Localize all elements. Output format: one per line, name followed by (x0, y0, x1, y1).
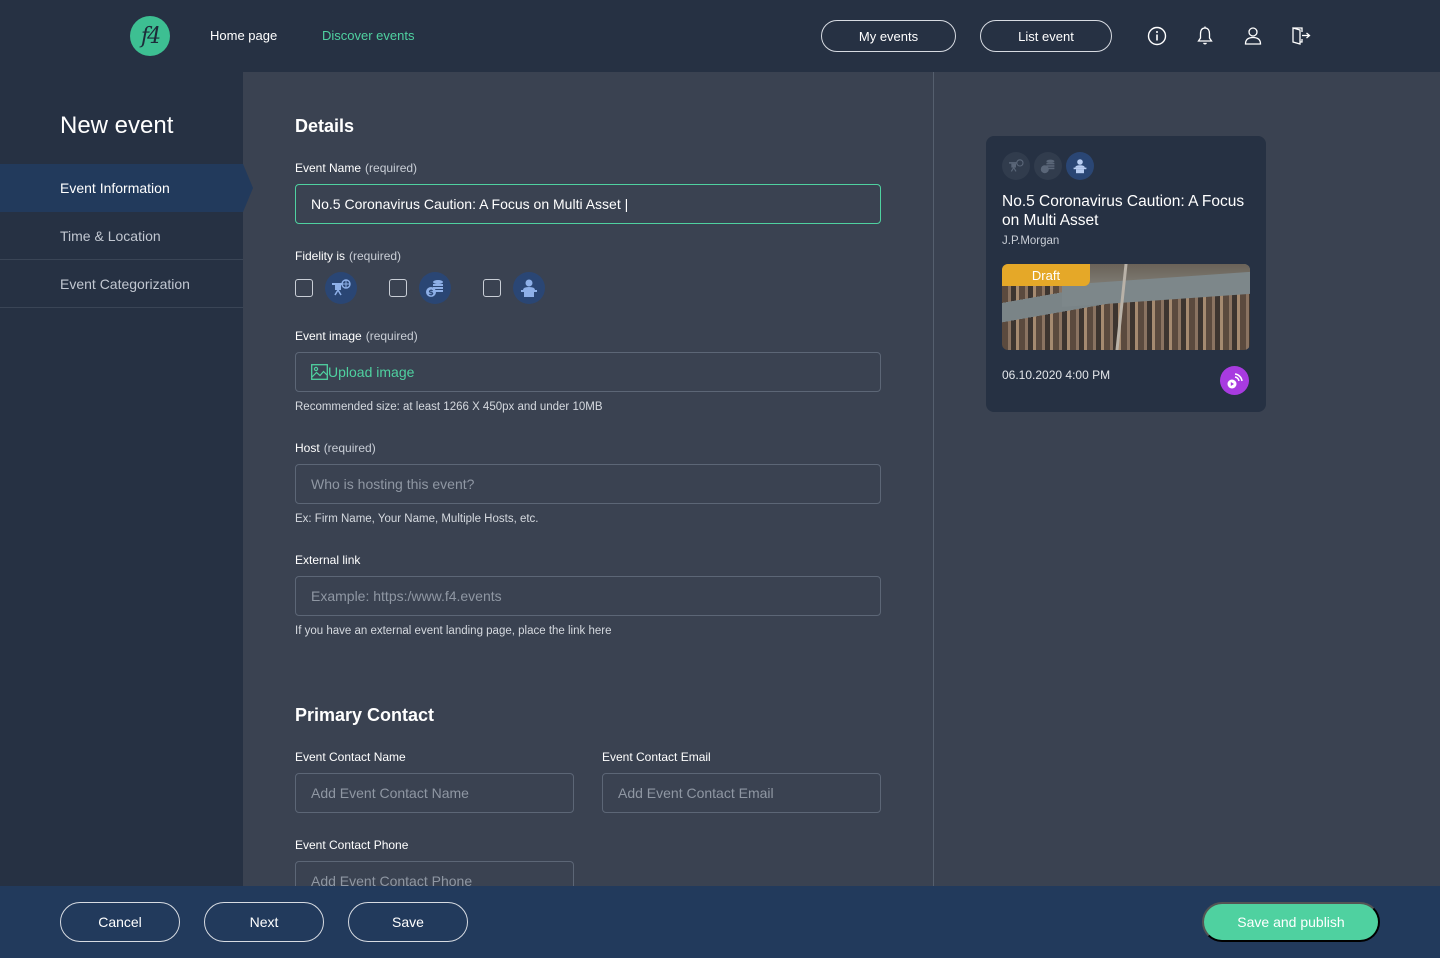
panel-divider (933, 72, 934, 886)
external-link-label: External link (295, 553, 361, 567)
preview-title: No.5 Coronavirus Caution: A Focus on Mul… (1002, 193, 1245, 229)
money-stack-icon (1034, 152, 1062, 180)
in-person-speaker-icon (513, 272, 545, 304)
bell-icon[interactable] (1193, 24, 1217, 48)
details-heading: Details (295, 116, 355, 136)
draft-badge: Draft (1002, 264, 1090, 286)
list-event-button[interactable]: List event (980, 20, 1112, 52)
preview-host: J.P.Morgan (1002, 235, 1060, 247)
fidelity-label: Fidelity is (required) (295, 249, 402, 263)
event-name-label: Event Name (required) (295, 161, 418, 175)
fidelity-checkbox-in-person[interactable] (483, 279, 501, 297)
nav-home-page[interactable]: Home page (210, 28, 277, 43)
image-icon (311, 364, 328, 380)
preview-event-image: Draft (1002, 264, 1250, 350)
sidebar-item-time-location[interactable]: Time & Location (0, 212, 243, 260)
upload-image-button[interactable]: Upload image (295, 352, 881, 392)
host-hint: Ex: Firm Name, Your Name, Multiple Hosts… (295, 513, 539, 525)
user-icon[interactable] (1241, 24, 1265, 48)
event-image-hint: Recommended size: at least 1266 X 450px … (295, 401, 603, 413)
fidelity-checkbox-virtual[interactable] (295, 279, 313, 297)
live-stream-icon (1220, 366, 1249, 395)
nav-discover-events[interactable]: Discover events (322, 28, 414, 43)
top-navigation: f4 Home page Discover events My events L… (0, 0, 1440, 72)
cancel-button[interactable]: Cancel (60, 902, 180, 942)
primary-contact-heading: Primary Contact (295, 705, 435, 725)
bottom-action-bar: Cancel Next Save Save and publish (0, 886, 1440, 958)
external-link-hint: If you have an external event landing pa… (295, 625, 612, 637)
in-person-speaker-icon (1066, 152, 1094, 180)
virtual-presentation-icon (325, 272, 357, 304)
contact-email-label: Event Contact Email (602, 750, 711, 764)
sidebar-item-event-information[interactable]: Event Information (0, 164, 253, 212)
logout-icon[interactable] (1289, 24, 1313, 48)
info-icon[interactable] (1145, 24, 1169, 48)
preview-datetime: 06.10.2020 4:00 PM (1002, 368, 1111, 382)
contact-phone-label: Event Contact Phone (295, 838, 409, 852)
external-link-input[interactable]: Example: https:/www.f4.events (295, 576, 881, 616)
money-stack-icon: $ (419, 272, 451, 304)
host-input[interactable]: Who is hosting this event? (295, 464, 881, 504)
my-events-button[interactable]: My events (821, 20, 956, 52)
save-and-publish-button[interactable]: Save and publish (1202, 902, 1380, 942)
upload-image-label: Upload image (328, 364, 415, 380)
sidebar-item-event-categorization[interactable]: Event Categorization (0, 260, 243, 308)
contact-name-input[interactable]: Add Event Contact Name (295, 773, 574, 813)
event-name-input[interactable]: No.5 Coronavirus Caution: A Focus on Mul… (295, 184, 881, 224)
next-button[interactable]: Next (204, 902, 324, 942)
save-button[interactable]: Save (348, 902, 468, 942)
svg-text:$: $ (428, 288, 434, 297)
contact-phone-input[interactable]: Add Event Contact Phone (295, 861, 574, 886)
event-preview-card[interactable]: No.5 Coronavirus Caution: A Focus on Mul… (986, 136, 1266, 412)
f4-logo[interactable]: f4 (130, 16, 170, 56)
contact-email-input[interactable]: Add Event Contact Email (602, 773, 881, 813)
sidebar: New event Event Information Time & Locat… (0, 72, 253, 886)
event-image-label: Event image (required) (295, 329, 418, 343)
page-title: New event (60, 112, 174, 139)
host-label: Host (required) (295, 441, 376, 455)
contact-name-label: Event Contact Name (295, 750, 406, 764)
event-form: Details Event Name (required) No.5 Corona… (243, 72, 933, 886)
fidelity-checkbox-money[interactable] (389, 279, 407, 297)
virtual-presentation-icon (1002, 152, 1030, 180)
